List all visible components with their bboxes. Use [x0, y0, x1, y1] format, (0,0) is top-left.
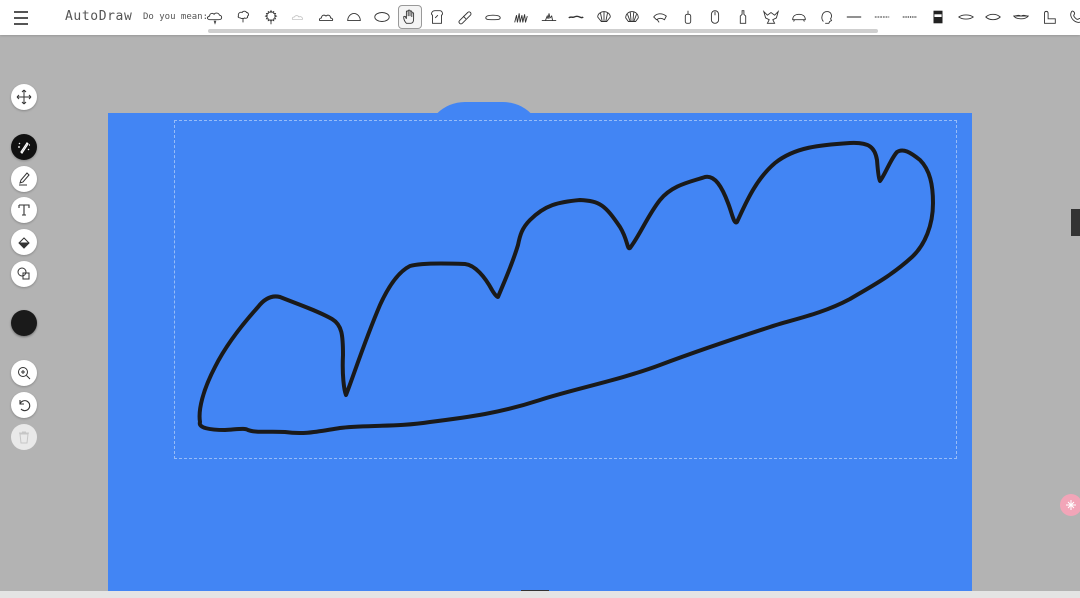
small-cloud-icon — [292, 15, 304, 21]
hamburger-menu-icon — [14, 11, 28, 25]
suggestion-dashed-line[interactable] — [871, 6, 893, 28]
suggestion-bush[interactable] — [260, 6, 282, 28]
suggestion-bread[interactable] — [482, 6, 504, 28]
bandage-icon — [458, 11, 472, 25]
lighter-icon — [684, 10, 691, 24]
suggestion-toast[interactable] — [426, 6, 448, 28]
suggestion-mug[interactable] — [927, 6, 949, 28]
suggestion-dragon[interactable] — [760, 6, 782, 28]
suggestion-scrollbar[interactable] — [208, 29, 878, 33]
suggestion-shell[interactable] — [593, 6, 615, 28]
suggestion-small-cloud[interactable] — [287, 6, 309, 28]
suggestion-phone[interactable] — [1066, 6, 1080, 28]
phone-icon — [1070, 10, 1080, 23]
eye-icon — [957, 14, 974, 20]
grass-icon — [514, 13, 528, 23]
suggestion-cloud-outline[interactable] — [315, 6, 337, 28]
suggestion-lighter[interactable] — [677, 6, 699, 28]
hand-icon — [402, 9, 414, 24]
suggestion-strip — [204, 5, 1080, 29]
suggestion-worm[interactable] — [565, 6, 587, 28]
right-scrollbar-thumb[interactable] — [1071, 209, 1080, 236]
mug-icon — [933, 10, 943, 24]
mouse-icon — [711, 10, 720, 24]
suggestion-mouse[interactable] — [704, 6, 726, 28]
suggestion-dome[interactable] — [343, 6, 365, 28]
suggestion-oval[interactable] — [371, 6, 393, 28]
dotted-line-icon — [902, 16, 918, 18]
suggestion-bottle[interactable] — [732, 6, 754, 28]
suggestions-label: Do you mean: — [143, 12, 209, 22]
flame-icon — [541, 13, 556, 22]
cloud-icon — [207, 12, 223, 25]
shell-icon — [597, 11, 611, 22]
oval-icon — [374, 12, 390, 22]
suggestion-hand[interactable] — [397, 5, 422, 29]
suggestion-mushroom[interactable] — [649, 6, 671, 28]
dome-icon — [347, 12, 361, 22]
suggestion-eye[interactable] — [955, 6, 977, 28]
suggestion-lips[interactable] — [1010, 6, 1032, 28]
lips-icon — [1013, 14, 1030, 20]
bread-icon — [485, 14, 501, 21]
line-icon — [847, 16, 862, 18]
bottle-icon — [739, 10, 747, 24]
suggestion-tree[interactable] — [232, 6, 254, 28]
suggestion-flame[interactable] — [538, 6, 560, 28]
suggestion-dotted-line[interactable] — [899, 6, 921, 28]
menu-button[interactable] — [10, 8, 38, 28]
eye-outline-icon — [985, 13, 1002, 21]
tree-icon — [237, 10, 249, 23]
suggestion-grass[interactable] — [510, 6, 532, 28]
face-icon — [821, 11, 832, 24]
worm-icon — [568, 15, 585, 19]
suggestion-turtle[interactable] — [788, 6, 810, 28]
suggestion-face[interactable] — [816, 6, 838, 28]
scallop-icon — [625, 11, 639, 22]
suggestion-cloud[interactable] — [204, 6, 226, 28]
bush-icon — [264, 9, 277, 25]
suggestion-scallop[interactable] — [621, 6, 643, 28]
dragon-icon — [762, 10, 780, 24]
suggestion-line[interactable] — [843, 6, 865, 28]
top-toolbar: AutoDraw Do you mean: — [0, 0, 1080, 35]
drawing-canvas[interactable] — [0, 35, 1080, 598]
mushroom-icon — [652, 13, 667, 23]
cloud-outline-icon — [319, 14, 334, 22]
sketch-stroke — [197, 140, 935, 436]
sparkle-icon — [1066, 500, 1076, 510]
bottom-edge — [0, 591, 1080, 598]
floating-widget[interactable] — [1060, 494, 1080, 516]
suggestion-arm[interactable] — [1038, 6, 1060, 28]
suggestion-bandage[interactable] — [454, 6, 476, 28]
toast-icon — [431, 10, 444, 24]
turtle-icon — [791, 13, 806, 22]
arm-icon — [1043, 10, 1056, 24]
suggestion-eye-outline[interactable] — [982, 6, 1004, 28]
app-title: AutoDraw — [65, 9, 133, 24]
dashed-line-icon — [874, 16, 890, 18]
